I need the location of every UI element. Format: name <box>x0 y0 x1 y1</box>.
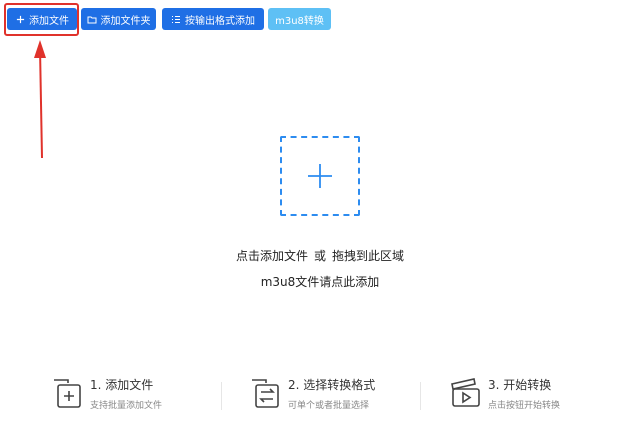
step-title: 3. 开始转换 <box>488 378 552 392</box>
drop-zone[interactable] <box>280 136 360 216</box>
add-file-icon <box>54 379 81 408</box>
click-add-file-link[interactable]: 点击添加文件 <box>236 249 308 263</box>
plus-icon <box>308 164 332 188</box>
step-select-format: 2. 选择转换格式 可单个或者批量选择 <box>248 370 408 420</box>
convert-format-icon <box>252 379 279 408</box>
step-add-file: 1. 添加文件 支持批量添加文件 <box>50 370 210 420</box>
step-title: 1. 添加文件 <box>90 378 154 392</box>
divider <box>221 382 222 410</box>
step-title: 2. 选择转换格式 <box>288 378 376 392</box>
divider <box>420 382 421 410</box>
clapperboard-play-icon <box>451 378 480 407</box>
steps-bar: 1. 添加文件 支持批量添加文件 2. 选择转换格式 可单个或者批量选择 3. … <box>0 370 640 420</box>
drop-hint: 点击添加文件或拖拽到此区域 <box>0 247 640 264</box>
step-desc: 支持批量添加文件 <box>90 401 163 411</box>
step-desc: 可单个或者批量选择 <box>288 401 370 411</box>
step-start-convert: 3. 开始转换 点击按钮开始转换 <box>448 370 608 420</box>
step-desc: 点击按钮开始转换 <box>488 401 561 411</box>
m3u8-add-link[interactable]: m3u8文件请点此添加 <box>0 273 640 290</box>
drag-hint-text: 拖拽到此区域 <box>332 249 405 263</box>
or-text: 或 <box>313 249 326 263</box>
